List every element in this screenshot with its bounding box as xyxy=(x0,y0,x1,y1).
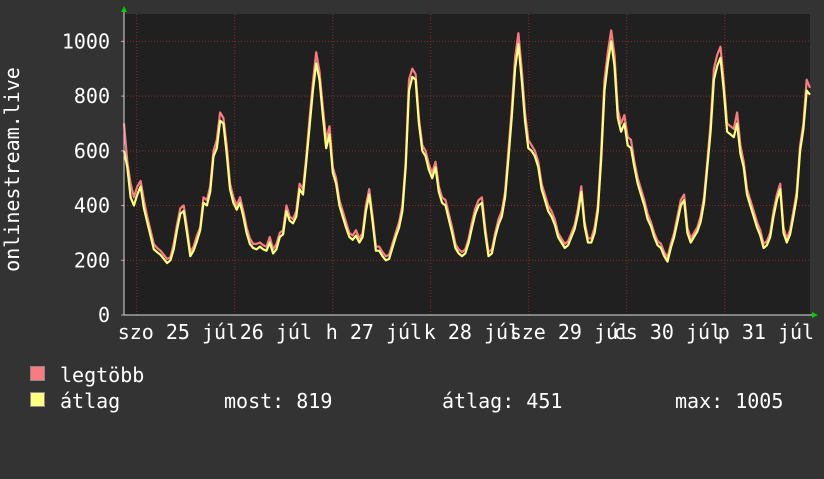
y-tick-label: 400 xyxy=(74,194,110,218)
x-tick-label: sze 29 júl xyxy=(510,320,630,344)
y-axis-arrow xyxy=(121,6,127,12)
y-tick-label: 800 xyxy=(74,84,110,108)
x-tick-label: 26 júl xyxy=(240,320,312,344)
y-tick-label: 1000 xyxy=(62,29,110,53)
y-tick-label: 600 xyxy=(74,139,110,163)
y-axis-label: onlinestream.live xyxy=(0,67,24,272)
stream-chart: 0 200 400 600 800 1000 onlinestream.live szo 25… xyxy=(0,6,818,344)
chart-frame: 0 200 400 600 800 1000 onlinestream.live szo 25… xyxy=(0,0,824,430)
legend-label-max: legtöbb xyxy=(60,363,145,387)
legend-label-avg: átlag xyxy=(60,389,121,413)
x-tick-label: k 28 júl xyxy=(424,320,520,344)
x-tick-label: szo 25 júl xyxy=(118,320,238,344)
legend-swatch-max xyxy=(30,366,45,381)
legend-item-avg: átlag xyxy=(30,390,120,412)
legend-swatch-avg xyxy=(30,392,45,407)
y-tick-label: 0 xyxy=(98,303,110,327)
stat-maximum: max: 1005 xyxy=(675,389,784,413)
y-tick-label: 200 xyxy=(74,248,110,272)
x-tick-label: h 27 júl xyxy=(326,320,422,344)
x-tick-label: p 31 júl xyxy=(718,320,814,344)
stat-average: átlag: 451 xyxy=(442,389,563,413)
x-axis-arrow xyxy=(812,312,818,318)
x-tick-label: cs 30 júl xyxy=(614,320,722,344)
stat-current: most: 819 xyxy=(224,389,333,413)
legend-item-max: legtöbb xyxy=(30,364,144,386)
